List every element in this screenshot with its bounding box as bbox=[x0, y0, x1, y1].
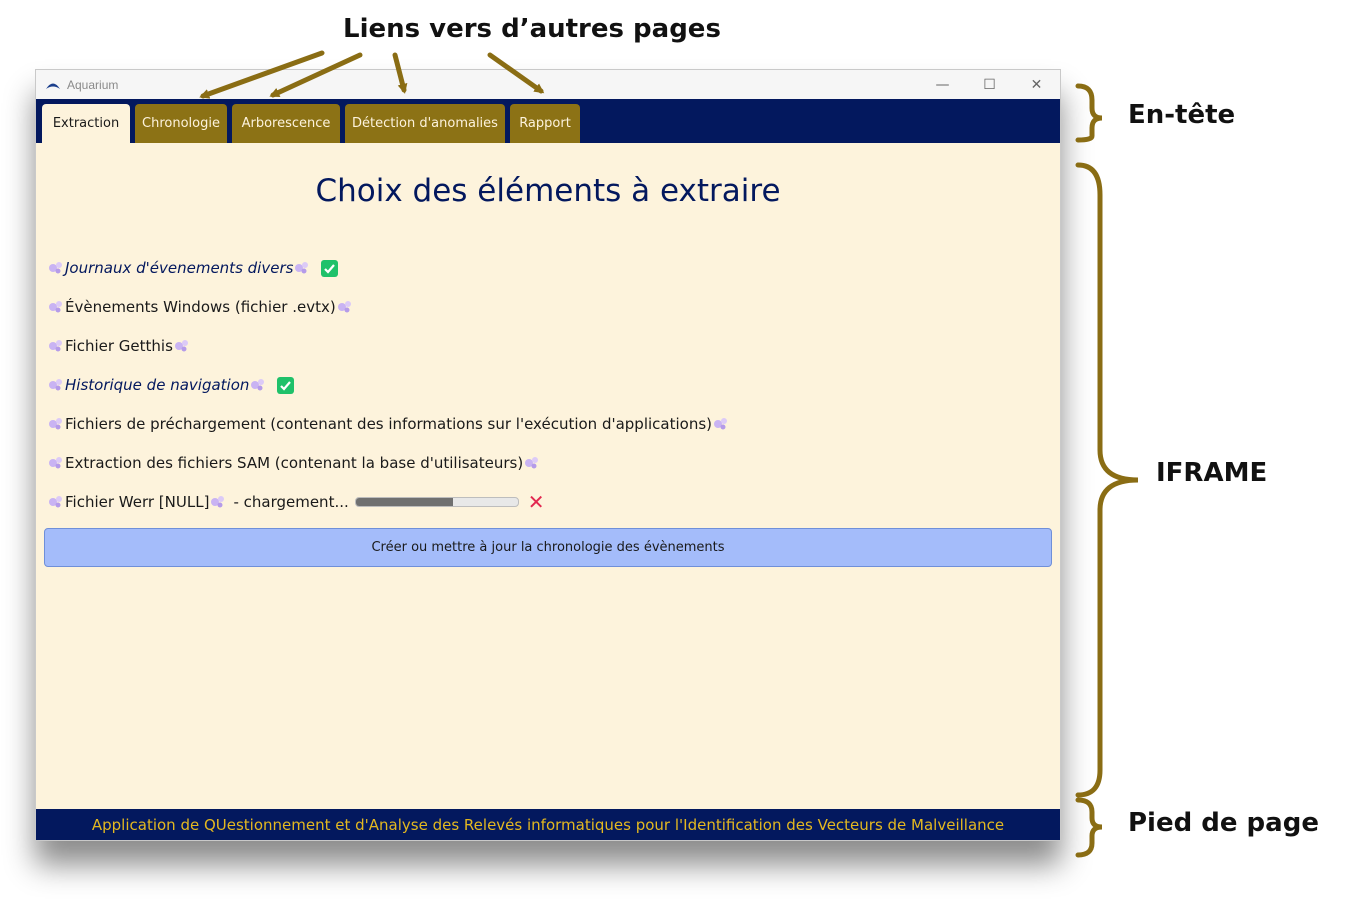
checkmark-icon[interactable] bbox=[277, 376, 295, 394]
sparkle-icon bbox=[337, 301, 351, 313]
sparkle-icon bbox=[174, 340, 188, 352]
item-label: Journaux d'évenements divers bbox=[65, 259, 294, 277]
item-label: Fichier Getthis bbox=[65, 337, 173, 355]
progress-bar bbox=[354, 497, 519, 507]
extract-item-windows-events[interactable]: Évènements Windows (fichier .evtx) bbox=[47, 296, 354, 318]
sparkle-icon bbox=[49, 418, 62, 430]
item-label: Évènements Windows (fichier .evtx) bbox=[65, 298, 336, 316]
extract-item-getthis[interactable]: Fichier Getthis bbox=[47, 335, 191, 357]
extract-item-prefetch[interactable]: Fichiers de préchargement (contenant des… bbox=[47, 413, 730, 435]
extract-item-sam[interactable]: Extraction des fichiers SAM (contenant l… bbox=[47, 452, 541, 474]
footer-text: Application de QUestionnement et d'Analy… bbox=[91, 815, 1005, 834]
sparkle-icon bbox=[525, 457, 539, 469]
page-title: Choix des éléments à extraire bbox=[315, 173, 781, 209]
tab-extraction[interactable]: Extraction bbox=[42, 104, 130, 143]
progress-fill bbox=[355, 498, 453, 506]
tab-detection-anomalies[interactable]: Détection d'anomalies bbox=[345, 104, 505, 143]
extract-item-werr[interactable]: Fichier Werr [NULL] - chargement... ✕ bbox=[47, 490, 545, 514]
sparkle-icon bbox=[251, 379, 265, 391]
sparkle-icon bbox=[49, 457, 62, 469]
close-icon[interactable]: ✕ bbox=[528, 490, 545, 514]
tab-arborescence[interactable]: Arborescence bbox=[232, 104, 340, 143]
header-nav: Extraction Chronologie Arborescence Déte… bbox=[36, 99, 1060, 143]
sparkle-icon bbox=[714, 418, 728, 430]
loading-text: - chargement... bbox=[233, 493, 349, 511]
sparkle-icon bbox=[211, 496, 225, 508]
extract-item-browser-history[interactable]: Historique de navigation bbox=[47, 374, 295, 396]
app-window: Aquarium — ☐ ✕ Extraction Chronologie Ar… bbox=[35, 69, 1061, 841]
aquarium-logo-icon bbox=[46, 83, 60, 89]
tab-rapport[interactable]: Rapport bbox=[510, 104, 580, 143]
update-timeline-button[interactable]: Créer ou mettre à jour la chronologie de… bbox=[44, 528, 1052, 567]
item-label: Fichiers de préchargement (contenant des… bbox=[65, 415, 713, 433]
window-controls: — ☐ ✕ bbox=[919, 70, 1060, 99]
item-label: Fichier Werr [NULL] bbox=[65, 493, 210, 511]
sparkle-icon bbox=[49, 379, 62, 391]
extract-item-event-logs[interactable]: Journaux d'évenements divers bbox=[47, 257, 339, 279]
footer-brace-icon bbox=[1075, 797, 1103, 858]
checkmark-icon[interactable] bbox=[321, 259, 339, 277]
sparkle-icon bbox=[295, 262, 309, 274]
sparkle-icon bbox=[49, 262, 62, 274]
window-title: Aquarium bbox=[67, 77, 119, 92]
header-brace-icon bbox=[1075, 83, 1103, 143]
maximize-button[interactable]: ☐ bbox=[966, 70, 1013, 99]
annotation-links-label: Liens vers d’autres pages bbox=[343, 14, 721, 44]
sparkle-icon bbox=[49, 340, 62, 352]
minimize-button[interactable]: — bbox=[919, 70, 966, 99]
item-label: Historique de navigation bbox=[65, 376, 250, 394]
title-bar[interactable]: Aquarium — ☐ ✕ bbox=[36, 70, 1060, 99]
close-window-button[interactable]: ✕ bbox=[1013, 70, 1060, 99]
annotation-footer-label: Pied de page bbox=[1128, 808, 1319, 838]
footer: Application de QUestionnement et d'Analy… bbox=[36, 809, 1060, 840]
item-label: Extraction des fichiers SAM (contenant l… bbox=[65, 454, 524, 472]
annotation-header-label: En-tête bbox=[1128, 100, 1236, 130]
sparkle-icon bbox=[49, 496, 62, 508]
iframe-content: Choix des éléments à extraire Journaux d… bbox=[36, 143, 1060, 809]
tab-chronologie[interactable]: Chronologie bbox=[135, 104, 227, 143]
sparkle-icon bbox=[49, 301, 62, 313]
iframe-brace-icon bbox=[1075, 162, 1139, 798]
annotation-iframe-label: IFRAME bbox=[1156, 458, 1268, 488]
